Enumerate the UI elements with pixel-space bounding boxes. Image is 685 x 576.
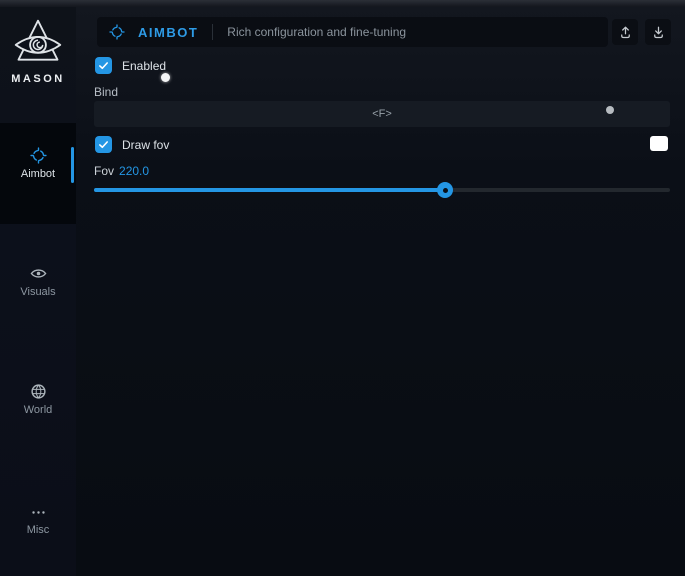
sidebar-item-misc[interactable]: Misc — [0, 505, 76, 536]
sidebar-item-label: Aimbot — [0, 168, 76, 180]
page-subtitle: Rich configuration and fine-tuning — [227, 25, 406, 39]
crosshair-icon — [109, 24, 125, 40]
logo-label: MASON — [0, 73, 76, 85]
pyramid-eye-icon — [13, 17, 63, 69]
ellipsis-icon — [30, 505, 47, 520]
sidebar-item-label: Misc — [0, 524, 76, 536]
section-header: AIMBOT Rich configuration and fine-tunin… — [97, 17, 608, 47]
bind-value: <F> — [372, 108, 392, 120]
draw-fov-label: Draw fov — [122, 138, 169, 152]
fov-label: Fov 220.0 — [94, 164, 149, 178]
header-divider — [212, 24, 213, 40]
fov-label-text: Fov — [94, 164, 114, 178]
globe-icon — [30, 383, 47, 400]
enabled-row: Enabled — [95, 57, 166, 74]
sidebar-item-visuals[interactable]: Visuals — [0, 265, 76, 298]
window-top-strip — [0, 0, 685, 7]
fov-slider-track[interactable] — [94, 188, 670, 192]
sidebar-item-world[interactable]: World — [0, 383, 76, 416]
mouse-cursor-dot — [161, 73, 170, 82]
download-icon — [651, 25, 666, 40]
enabled-label: Enabled — [122, 59, 166, 73]
page-title: AIMBOT — [138, 25, 198, 40]
crosshair-icon — [30, 147, 47, 164]
sidebar-item-label: World — [0, 404, 76, 416]
main-content: AIMBOT Rich configuration and fine-tunin… — [76, 7, 685, 576]
download-config-button[interactable] — [645, 19, 671, 45]
draw-fov-checkbox[interactable] — [95, 136, 112, 153]
sidebar: MASON Aimbot Visuals World Misc — [0, 7, 76, 576]
fov-slider[interactable] — [94, 182, 670, 198]
bind-label: Bind — [94, 85, 118, 99]
draw-fov-row: Draw fov — [95, 136, 169, 153]
fov-color-swatch[interactable] — [650, 136, 668, 151]
checkmark-icon — [98, 60, 109, 71]
fov-slider-fill — [94, 188, 445, 192]
fov-value: 220.0 — [119, 164, 149, 178]
logo: MASON — [0, 17, 76, 85]
checkmark-icon — [98, 139, 109, 150]
upload-config-button[interactable] — [612, 19, 638, 45]
sidebar-item-aimbot[interactable]: Aimbot — [0, 147, 76, 180]
upload-icon — [618, 25, 633, 40]
sidebar-item-label: Visuals — [0, 286, 76, 298]
enabled-checkbox[interactable] — [95, 57, 112, 74]
bind-input[interactable]: <F> — [94, 101, 670, 127]
fov-slider-handle[interactable] — [437, 182, 453, 198]
eye-icon — [30, 265, 47, 282]
